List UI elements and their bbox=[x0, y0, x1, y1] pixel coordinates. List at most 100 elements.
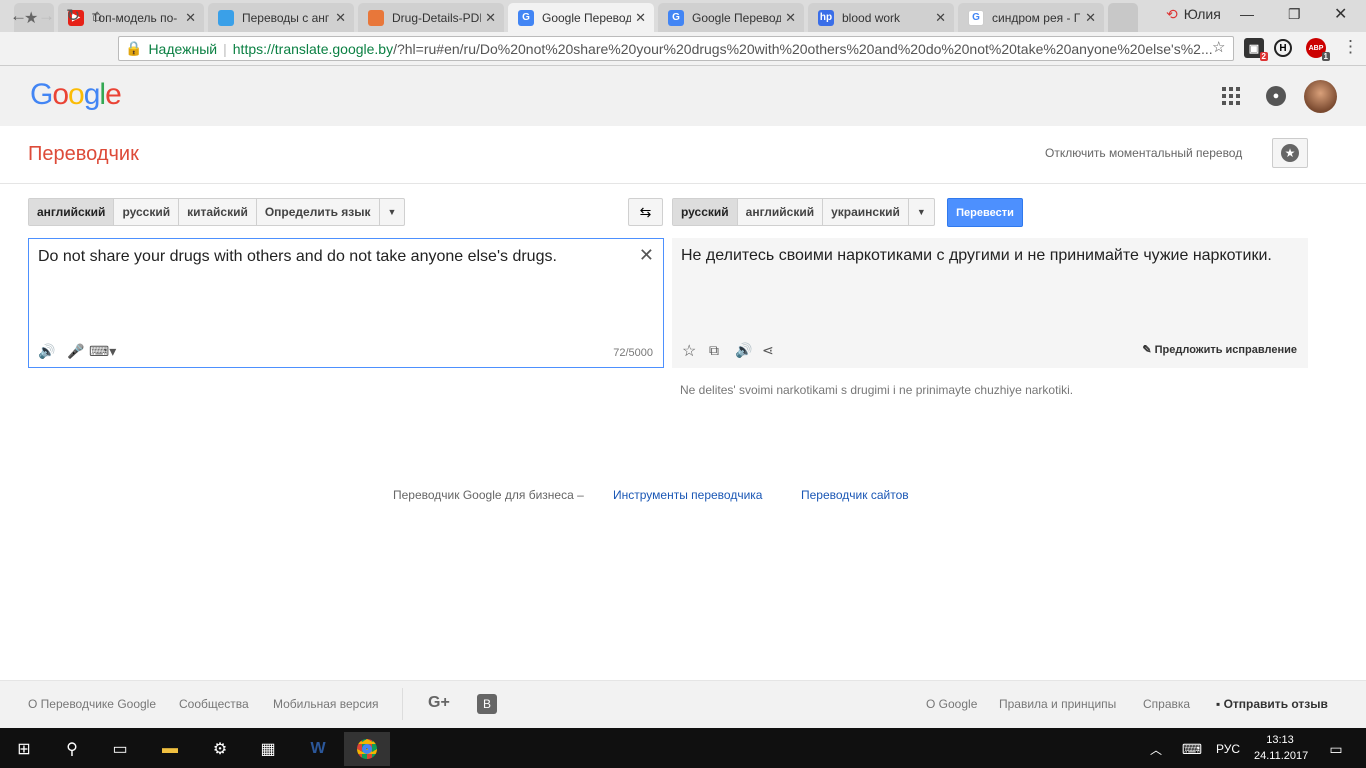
menu-icon[interactable]: ⋮ bbox=[1342, 37, 1359, 57]
browser-tab[interactable]: hp blood work ✕ bbox=[808, 3, 954, 32]
microphone-icon[interactable]: 🎤 bbox=[67, 343, 84, 360]
speaker-icon[interactable]: 🔊 bbox=[38, 343, 55, 360]
chevron-down-icon[interactable]: ▼ bbox=[909, 199, 934, 225]
logo-letter: g bbox=[83, 78, 101, 111]
footer-about-google-link[interactable]: О Google bbox=[926, 697, 977, 711]
browser-tab[interactable]: G Google Перевод ✕ bbox=[658, 3, 804, 32]
secure-label: Надежный bbox=[148, 40, 218, 57]
blogger-icon[interactable]: B bbox=[477, 694, 497, 714]
keyboard-icon[interactable]: ⌨▾ bbox=[89, 343, 116, 360]
source-lang-english[interactable]: английский bbox=[29, 199, 115, 225]
chrome-icon[interactable] bbox=[344, 732, 390, 766]
google-plus-icon[interactable]: G+ bbox=[428, 694, 450, 712]
apps-icon[interactable] bbox=[1222, 87, 1240, 105]
swap-languages-button[interactable]: ⇆ bbox=[628, 198, 663, 226]
close-icon[interactable]: ✕ bbox=[1085, 10, 1096, 26]
word-icon[interactable]: W bbox=[298, 732, 338, 766]
url-path: /?hl=ru#en/ru/Do%20not%20share%20your%20… bbox=[393, 40, 1213, 57]
close-icon[interactable]: ✕ bbox=[185, 10, 196, 26]
store-icon[interactable]: ▦ bbox=[248, 732, 288, 766]
copy-icon[interactable]: ⧉ bbox=[709, 342, 719, 359]
feedback-icon: ▪ bbox=[1216, 697, 1224, 711]
profile-button[interactable]: ⟲ Юлия bbox=[1166, 0, 1221, 28]
keyboard-icon[interactable]: ⌨ bbox=[1172, 732, 1212, 766]
char-count: 72/5000 bbox=[613, 347, 653, 359]
footer-help-link[interactable]: Справка bbox=[1143, 697, 1190, 711]
bookmark-star-icon[interactable]: ☆ bbox=[1212, 38, 1225, 56]
close-icon[interactable]: ✕ bbox=[335, 10, 346, 26]
website-translator-link[interactable]: Переводчик сайтов bbox=[801, 488, 909, 502]
browser-tab[interactable]: Gсиндром рея - Г ✕ bbox=[958, 3, 1104, 32]
close-icon[interactable]: ✕ bbox=[635, 10, 646, 26]
hp-icon: hp bbox=[818, 9, 834, 26]
target-lang-english[interactable]: английский bbox=[738, 199, 824, 225]
close-icon[interactable]: ✕ bbox=[485, 10, 496, 26]
browser-tab[interactable]: Drug-Details-PDF ✕ bbox=[358, 3, 504, 32]
translate-button[interactable]: Перевести bbox=[947, 198, 1023, 227]
close-icon[interactable]: ✕ bbox=[785, 10, 796, 26]
back-icon[interactable]: ← bbox=[10, 6, 27, 26]
suggest-edit-link[interactable]: ✎ Предложить исправление bbox=[1142, 343, 1297, 356]
search-icon[interactable]: ⚲ bbox=[52, 732, 92, 766]
notifications-icon[interactable]: ● bbox=[1266, 86, 1286, 106]
home-icon[interactable]: ⌂ bbox=[92, 6, 102, 26]
clear-icon[interactable]: ✕ bbox=[639, 245, 654, 266]
browser-tab-active[interactable]: G Google Перевод ✕ bbox=[508, 3, 654, 32]
target-language-bar: русский английский украинский ▼ bbox=[672, 198, 935, 226]
logo-letter: o bbox=[52, 78, 69, 111]
google-logo[interactable]: Google bbox=[30, 78, 122, 112]
close-icon[interactable]: ✕ bbox=[935, 10, 946, 26]
chevron-down-icon[interactable]: ▼ bbox=[380, 199, 405, 225]
action-center-icon[interactable]: ▭ bbox=[1316, 732, 1356, 766]
minimize-button[interactable]: — bbox=[1240, 0, 1254, 28]
clock[interactable]: 13:13 24.11.2017 bbox=[1254, 732, 1308, 764]
input-language[interactable]: РУС bbox=[1208, 732, 1248, 766]
new-tab-button[interactable] bbox=[1108, 3, 1138, 32]
extension-icon[interactable]: ▣ 2 bbox=[1244, 38, 1268, 61]
source-lang-chinese[interactable]: китайский bbox=[179, 199, 257, 225]
google-header bbox=[0, 66, 1366, 126]
windows-start-icon[interactable]: ⊞ bbox=[4, 732, 44, 766]
business-label: Переводчик Google для бизнеса – bbox=[393, 488, 584, 502]
maximize-button[interactable]: ❐ bbox=[1288, 0, 1301, 28]
chevron-up-icon[interactable]: ︿ bbox=[1136, 732, 1176, 766]
target-lang-ukrainian[interactable]: украинский bbox=[823, 199, 909, 225]
avatar[interactable] bbox=[1304, 80, 1337, 113]
site-icon bbox=[218, 9, 234, 26]
result-text[interactable]: Не делитесь своими наркотиками с другими… bbox=[681, 247, 1272, 265]
source-text[interactable]: Do not share your drugs with others and … bbox=[38, 248, 557, 266]
star-icon[interactable]: ☆ bbox=[682, 341, 696, 361]
speaker-icon[interactable]: 🔊 bbox=[735, 342, 752, 359]
close-window-button[interactable]: ✕ bbox=[1334, 0, 1347, 28]
task-view-icon[interactable]: ▭ bbox=[100, 732, 140, 766]
instant-translation-toggle[interactable]: Отключить моментальный перевод bbox=[1045, 146, 1242, 160]
reload-icon[interactable]: ↻ bbox=[66, 6, 80, 26]
lock-icon: 🔒 bbox=[125, 40, 143, 56]
logo-letter: G bbox=[30, 78, 53, 111]
address-bar[interactable]: 🔒 Надежный | https://translate.google.by… bbox=[118, 36, 1234, 61]
settings-gear-icon[interactable]: ⚙ bbox=[200, 732, 240, 766]
translator-tools-link[interactable]: Инструменты переводчика bbox=[613, 488, 762, 502]
footer-community-link[interactable]: Сообщества bbox=[179, 697, 249, 711]
file-explorer-icon[interactable]: ▬ bbox=[150, 732, 190, 766]
footer-about-link[interactable]: О Переводчике Google bbox=[28, 697, 156, 711]
extension-h-icon[interactable]: H bbox=[1274, 39, 1292, 57]
source-text-area[interactable]: Do not share your drugs with others and … bbox=[28, 238, 664, 368]
source-lang-detect[interactable]: Определить язык bbox=[257, 199, 380, 225]
transliteration: Ne delites' svoimi narkotikami s drugimi… bbox=[680, 383, 1074, 397]
source-lang-russian[interactable]: русский bbox=[114, 199, 180, 225]
phrasebook-button[interactable]: ★ bbox=[1272, 138, 1308, 168]
footer-policy-link[interactable]: Правила и принципы bbox=[999, 697, 1116, 711]
target-lang-russian[interactable]: русский bbox=[673, 199, 738, 225]
pencil-icon: ✎ bbox=[1142, 344, 1155, 356]
page-title[interactable]: Переводчик bbox=[28, 143, 139, 166]
share-icon[interactable]: ⋖ bbox=[762, 342, 774, 359]
profile-icon: ⟲ bbox=[1166, 5, 1178, 22]
url-host: https://translate.google.by bbox=[232, 40, 394, 57]
google-translate-icon: G bbox=[518, 9, 534, 26]
adblock-icon[interactable]: ABP 1 bbox=[1306, 38, 1330, 61]
browser-tab[interactable]: Переводы с анг ✕ bbox=[208, 3, 354, 32]
footer-mobile-link[interactable]: Мобильная версия bbox=[273, 697, 379, 711]
forward-icon[interactable]: → bbox=[38, 6, 55, 26]
feedback-link[interactable]: ▪ Отправить отзыв bbox=[1216, 697, 1328, 711]
